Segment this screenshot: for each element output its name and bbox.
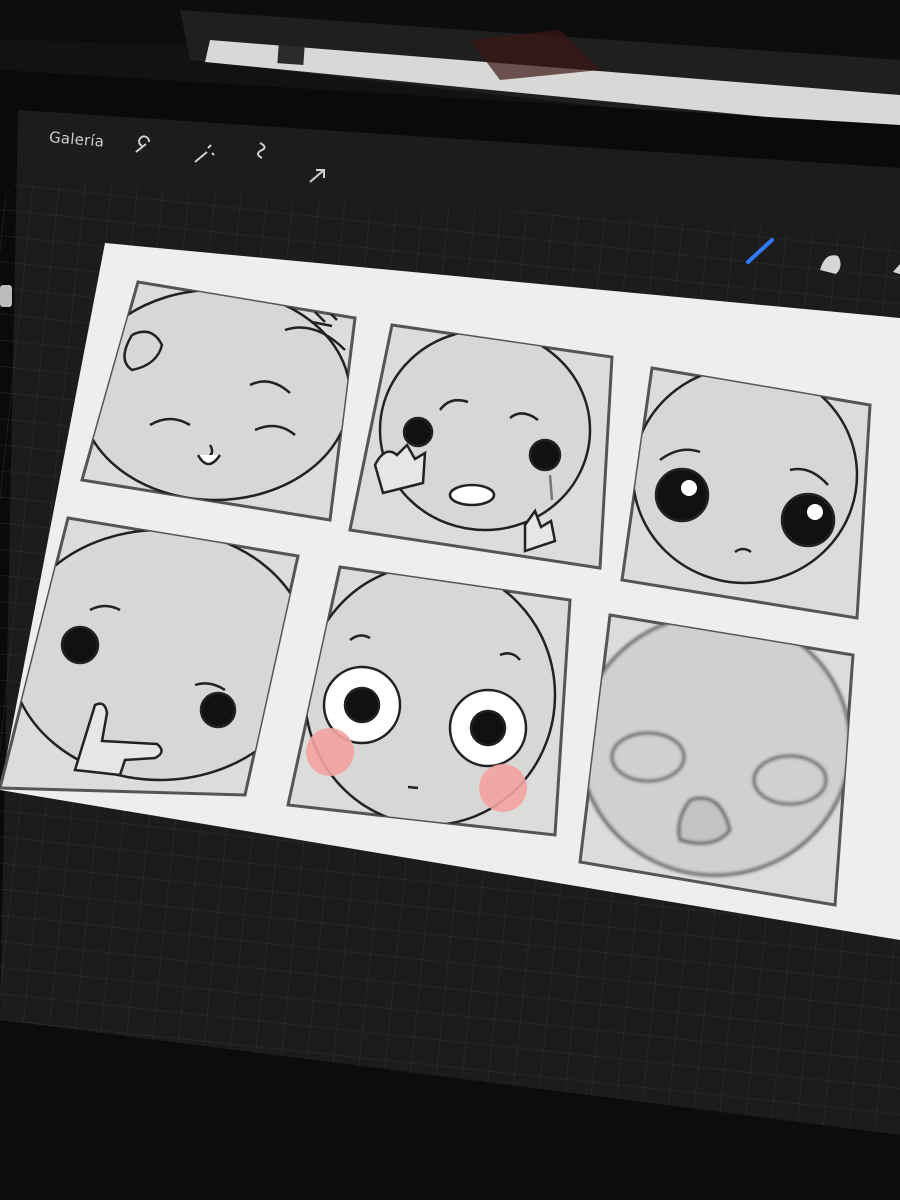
- photo-scene: [0, 0, 900, 1200]
- panel-blurred: [578, 613, 855, 907]
- panel-worried: [620, 366, 872, 620]
- panel-shocked: [286, 565, 572, 837]
- side-slider[interactable]: [0, 285, 12, 307]
- panel-crying: [348, 323, 614, 570]
